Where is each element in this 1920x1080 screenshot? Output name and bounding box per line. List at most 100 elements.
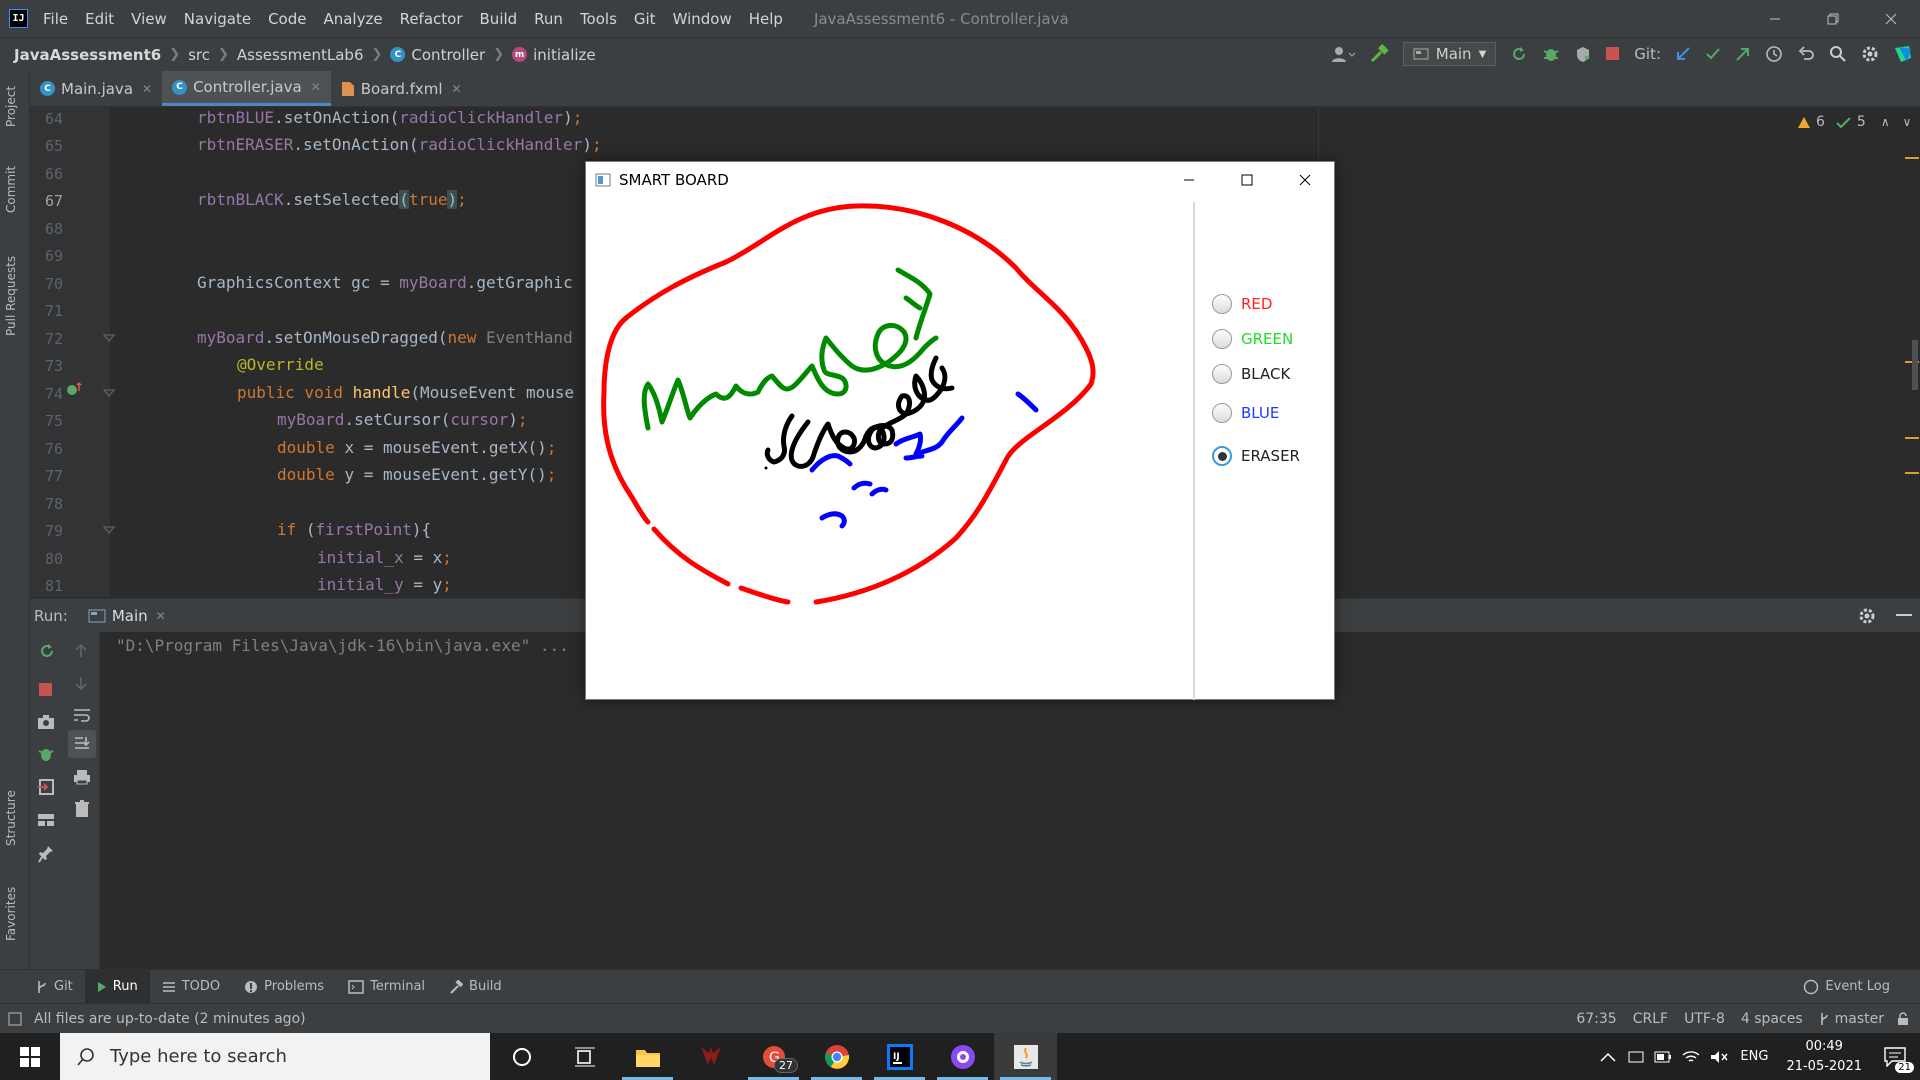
menu-git[interactable]: Git [634, 10, 656, 28]
intellij-logo-icon[interactable]: IJ [9, 9, 28, 28]
tool-run[interactable]: Run [84, 969, 150, 1004]
caret-position[interactable]: 67:35 [1576, 1011, 1616, 1027]
commit-tool-label[interactable]: Commit [4, 166, 18, 213]
menu-analyze[interactable]: Analyze [323, 10, 382, 28]
close-button[interactable] [1862, 0, 1920, 37]
volume-muted-icon[interactable] [1710, 1050, 1728, 1064]
wifi-icon[interactable] [1682, 1050, 1700, 1064]
breadcrumb-package[interactable]: AssessmentLab6 [237, 46, 364, 64]
menu-tools[interactable]: Tools [580, 10, 617, 28]
editor-scrollbar[interactable] [1912, 340, 1918, 390]
stop-icon[interactable] [1606, 47, 1620, 61]
radio-black[interactable]: BLACK [1212, 364, 1290, 384]
breadcrumb-class[interactable]: Controller [411, 46, 485, 64]
run-config-select[interactable]: Main ▼ [1402, 42, 1497, 66]
git-push-icon[interactable] [1735, 46, 1751, 62]
project-tool-label[interactable]: Project [4, 86, 18, 127]
tool-event-log[interactable]: Event Log [1791, 979, 1902, 995]
print-icon[interactable] [73, 769, 91, 785]
settings-gear-icon[interactable] [1861, 45, 1879, 63]
lock-icon[interactable] [1896, 1011, 1910, 1026]
debug-icon[interactable] [37, 745, 55, 763]
layout-icon[interactable] [37, 812, 55, 828]
menu-file[interactable]: File [43, 10, 68, 28]
breadcrumb-src[interactable]: src [188, 46, 210, 64]
radio-blue[interactable]: BLUE [1212, 403, 1279, 423]
close-button[interactable] [1276, 162, 1334, 198]
java-app-icon[interactable] [994, 1033, 1057, 1080]
file-encoding[interactable]: UTF-8 [1684, 1011, 1725, 1027]
fold-icon[interactable] [103, 524, 115, 536]
menu-view[interactable]: View [131, 10, 167, 28]
search-icon[interactable] [1829, 45, 1847, 63]
trash-icon[interactable] [74, 800, 90, 818]
action-center-icon[interactable]: 21 [1884, 1046, 1914, 1073]
close-icon[interactable]: ✕ [452, 82, 462, 96]
minimize-button[interactable] [1746, 0, 1804, 37]
line-separator[interactable]: CRLF [1633, 1011, 1668, 1027]
rollback-icon[interactable] [1797, 45, 1815, 63]
taskbar-search-input[interactable]: Type here to search [60, 1033, 490, 1080]
git-branch[interactable]: master [1835, 1011, 1884, 1027]
toggle-tool-windows-icon[interactable] [8, 1012, 22, 1026]
language-indicator[interactable]: ENG [1740, 1049, 1768, 1064]
stop-icon[interactable] [39, 683, 53, 697]
breadcrumb-project[interactable]: JavaAssessment6 [14, 46, 161, 64]
coverage-icon[interactable] [1574, 45, 1592, 63]
radio-eraser[interactable]: ERASER [1212, 446, 1300, 466]
close-icon[interactable]: ✕ [156, 609, 166, 623]
smart-board-titlebar[interactable]: SMART BOARD [586, 162, 1334, 198]
build-hammer-icon[interactable] [1369, 44, 1389, 64]
cortana-icon[interactable] [490, 1033, 553, 1080]
settings-gear-icon[interactable] [1858, 607, 1876, 625]
menu-build[interactable]: Build [480, 10, 518, 28]
scroll-to-end-button[interactable] [68, 730, 96, 758]
rerun-icon[interactable] [38, 642, 56, 660]
github-desktop-icon[interactable] [931, 1033, 994, 1080]
chrome-gmail-icon[interactable]: G 27 [742, 1033, 805, 1080]
indent-setting[interactable]: 4 spaces [1741, 1011, 1803, 1027]
arrow-down-icon[interactable] [74, 676, 88, 690]
run-tab-main[interactable]: Main [112, 607, 148, 625]
clock[interactable]: 00:49 21-05-2021 [1786, 1037, 1862, 1077]
menu-help[interactable]: Help [749, 10, 783, 28]
tab-board-fxml[interactable]: Board.fxml ✕ [331, 71, 472, 106]
git-commit-icon[interactable] [1705, 46, 1721, 62]
menu-window[interactable]: Window [673, 10, 732, 28]
favorites-tool-label[interactable]: Favorites [4, 887, 18, 941]
maximize-button[interactable] [1218, 162, 1276, 198]
menu-edit[interactable]: Edit [85, 10, 114, 28]
menu-refactor[interactable]: Refactor [400, 10, 463, 28]
file-explorer-icon[interactable] [616, 1033, 679, 1080]
tab-main-java[interactable]: C Main.java ✕ [30, 71, 162, 106]
menu-run[interactable]: Run [534, 10, 563, 28]
user-icon[interactable] [1331, 45, 1355, 63]
drawing-canvas[interactable] [586, 198, 1193, 700]
rerun-icon[interactable] [1510, 45, 1528, 63]
predator-sense-icon[interactable] [679, 1033, 742, 1080]
error-stripe-mark[interactable] [1905, 437, 1919, 439]
tab-controller-java[interactable]: C Controller.java ✕ [162, 71, 331, 106]
fold-icon[interactable] [103, 332, 115, 344]
debug-icon[interactable] [1542, 45, 1560, 63]
menu-code[interactable]: Code [268, 10, 306, 28]
task-view-icon[interactable] [553, 1033, 616, 1080]
meet-now-icon[interactable] [1628, 1049, 1644, 1065]
override-marker-icon[interactable] [64, 380, 84, 400]
chevron-up-icon[interactable] [1600, 1052, 1616, 1062]
chevron-up-icon[interactable]: ∧ [1881, 115, 1890, 129]
chevron-down-icon[interactable]: ∨ [1903, 115, 1912, 129]
git-update-icon[interactable] [1675, 46, 1691, 62]
soft-wrap-icon[interactable] [73, 707, 91, 723]
intellij-icon[interactable]: IJ [868, 1033, 931, 1080]
restore-button[interactable] [1804, 0, 1862, 37]
inspection-widget[interactable]: 6 5 ∧ ∨ [1797, 114, 1911, 130]
tool-todo[interactable]: TODO [150, 979, 232, 994]
windows-start-icon[interactable] [20, 1047, 40, 1067]
arrow-up-icon[interactable] [74, 644, 88, 658]
close-icon[interactable]: ✕ [311, 80, 321, 94]
camera-icon[interactable] [37, 714, 55, 730]
jetbrains-toolbox-icon[interactable] [1893, 44, 1913, 64]
tool-terminal[interactable]: Terminal [336, 979, 437, 994]
chrome-icon[interactable] [805, 1033, 868, 1080]
